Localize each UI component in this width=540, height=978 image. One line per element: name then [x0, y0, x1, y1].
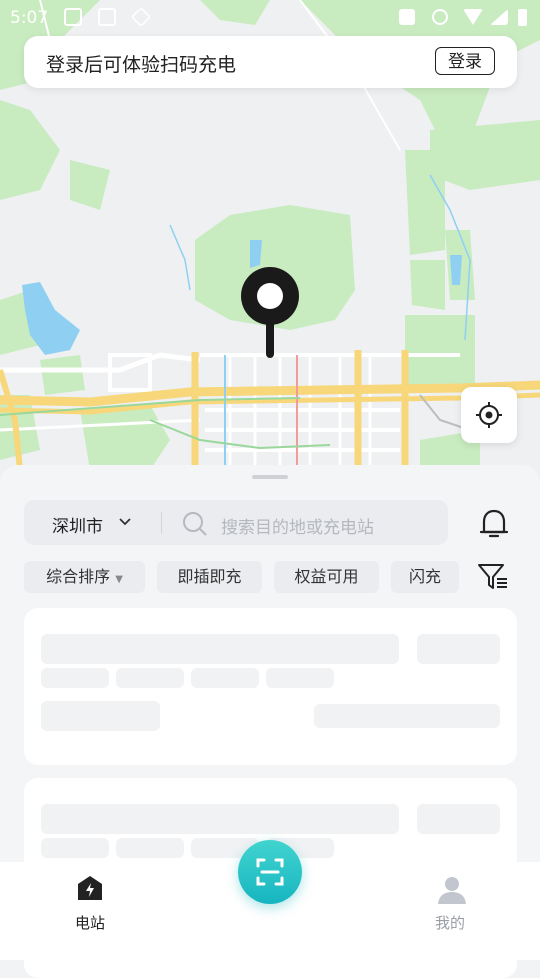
search-input[interactable]: 搜索目的地或充电站 [221, 513, 374, 538]
tab-mine-label: 我的 [434, 914, 465, 932]
tab-station-label: 电站 [74, 914, 105, 932]
status-time: 5:07 [10, 8, 49, 28]
signal-icon [490, 9, 508, 25]
tab-mine[interactable]: 我的 [400, 862, 500, 960]
cube-icon [130, 6, 152, 28]
app-icon [98, 8, 116, 26]
wifi-icon [463, 9, 483, 25]
search-bar[interactable]: 深圳市 搜索目的地或充电站 [24, 500, 448, 545]
bell-icon[interactable] [478, 507, 510, 541]
tab-station[interactable]: 电站 [40, 862, 140, 960]
filter-icon[interactable] [476, 562, 510, 592]
locate-icon [476, 402, 502, 428]
status-bar: 5:07 [0, 0, 540, 34]
do-not-disturb-icon [432, 9, 448, 25]
login-prompt: 登录后可体验扫码充电 [46, 54, 237, 76]
login-banner: 登录后可体验扫码充电 登录 [24, 36, 517, 88]
profile-icon [438, 877, 466, 904]
station-icon [78, 876, 102, 900]
filter-fast-charge[interactable]: 闪充 [391, 561, 459, 593]
scan-button[interactable] [238, 840, 302, 904]
search-divider [161, 512, 162, 534]
search-icon [183, 512, 207, 536]
sheet-drag-handle[interactable] [252, 475, 288, 479]
login-button[interactable]: 登录 [435, 47, 495, 75]
gallery-icon [64, 8, 82, 26]
filter-sort-label: 综合排序 [46, 567, 111, 586]
caret-down-icon: ▼ [115, 574, 123, 585]
chevron-down-icon [119, 518, 131, 526]
filter-benefits[interactable]: 权益可用 [274, 561, 379, 593]
scan-icon [256, 858, 284, 886]
city-selector[interactable]: 深圳市 [52, 512, 103, 537]
locate-button[interactable] [461, 387, 517, 443]
station-card-skeleton [24, 608, 517, 765]
filter-plug-and-charge[interactable]: 即插即充 [157, 561, 262, 593]
filter-sort[interactable]: 综合排序 ▼ [24, 561, 145, 593]
battery-icon [518, 9, 527, 26]
camera-icon [399, 9, 415, 25]
location-pin-icon [241, 267, 299, 358]
